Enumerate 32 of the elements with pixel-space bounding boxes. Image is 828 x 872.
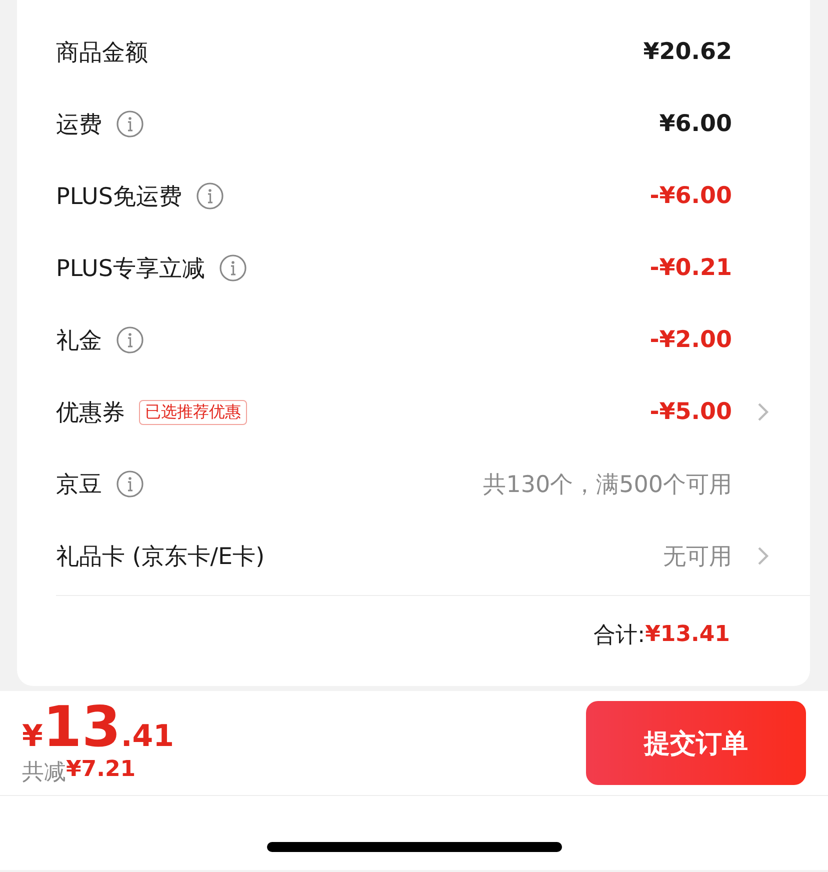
fee-label: PLUS免运费 [56, 182, 182, 212]
fee-value: -¥6.00 [650, 183, 732, 209]
fee-label: 礼金 [56, 326, 102, 356]
fee-value: -¥2.00 [650, 327, 732, 353]
saved-amount: ¥7.21 [66, 757, 136, 784]
total-amount: ¥13.41 [645, 622, 730, 647]
fee-label: 京豆 [56, 470, 102, 500]
info-icon[interactable] [116, 326, 144, 354]
price-decimal: .41 [120, 719, 174, 754]
fee-label: 礼品卡 (京东卡/E卡) [56, 542, 265, 572]
chevron-icon[interactable] [756, 401, 770, 423]
fee-label: PLUS专享立减 [56, 254, 205, 284]
total-label: 合计: [594, 622, 646, 650]
info-icon[interactable] [218, 254, 247, 282]
fee-label: 运费 [56, 110, 102, 140]
fee-value: ¥20.62 [643, 39, 732, 65]
price-integer: 13 [42, 699, 121, 757]
fee-value: -¥0.21 [650, 255, 732, 281]
currency-sign: ¥ [22, 719, 43, 754]
chevron-icon[interactable] [756, 545, 770, 567]
coupon-tag: 已选推荐优惠 [139, 400, 247, 424]
fee-value: -¥5.00 [650, 399, 732, 425]
fee-value: 共130个，满500个可用 [483, 470, 732, 500]
submit-order-button[interactable]: 提交订单 [586, 701, 806, 785]
info-icon[interactable] [116, 110, 144, 138]
fee-value: ¥6.00 [659, 111, 732, 137]
saved-label: 共减 [22, 759, 66, 787]
info-icon[interactable] [196, 182, 224, 210]
fee-value: 无可用 [663, 542, 732, 572]
fee-label: 优惠券 [56, 398, 125, 428]
info-icon[interactable] [116, 470, 144, 498]
fee-label: 商品金额 [56, 38, 148, 68]
